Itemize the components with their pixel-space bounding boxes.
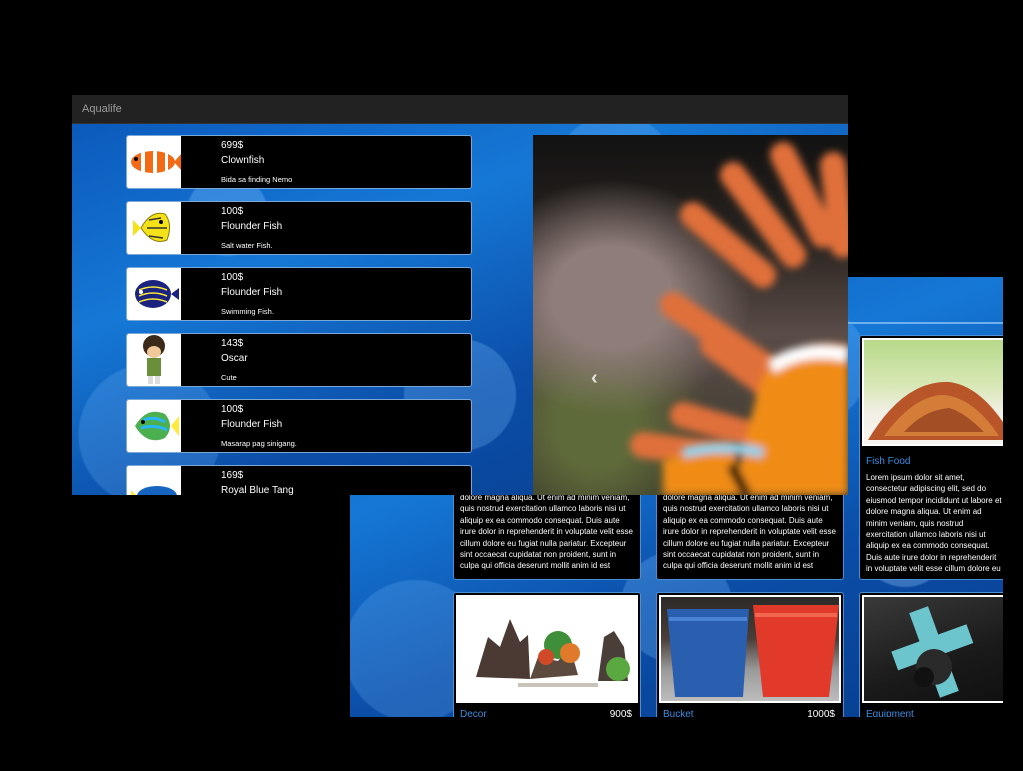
fish-food-image — [862, 338, 1003, 446]
list-item[interactable]: 143$ Oscar Cute — [126, 333, 472, 387]
item-name: Flounder Fish — [221, 221, 283, 232]
item-description: Cute — [221, 373, 237, 382]
item-price: 100$ — [221, 206, 244, 217]
chevron-left-icon[interactable]: ‹ — [591, 367, 598, 390]
cartoon-character-icon — [127, 334, 181, 386]
equipment-image — [862, 595, 1003, 703]
bucket-image — [659, 595, 841, 703]
angelfish-icon — [127, 268, 181, 320]
carousel-slide: ‹ — [533, 135, 848, 495]
item-name: Royal Blue Tang — [221, 485, 294, 495]
item-name: Oscar — [221, 353, 248, 364]
card-description: dolore magna aliqua. Ut enim ad minim ve… — [663, 493, 836, 571]
green-fish-icon — [127, 400, 181, 452]
list-item[interactable]: 100$ Flounder Fish Swimming Fish. — [126, 267, 472, 321]
product-card-fish-food[interactable]: Fish Food Lorem ipsum dolor sit amet, co… — [859, 335, 1003, 580]
item-description: Swimming Fish. — [221, 307, 274, 316]
divider — [847, 322, 1003, 324]
card-description: Lorem ipsum dolor sit amet, consectetur … — [866, 473, 1002, 572]
item-description: Bida sa finding Nemo — [221, 175, 293, 184]
item-price: 100$ — [221, 404, 244, 415]
list-item[interactable]: 100$ Flounder Fish Masarap pag sinigang. — [126, 399, 472, 453]
item-price: 100$ — [221, 272, 244, 283]
clownfish-icon — [127, 136, 181, 188]
navbar: Aqualife — [72, 95, 848, 124]
item-price: 699$ — [221, 140, 244, 151]
item-description: Masarap pag sinigang. — [221, 439, 297, 448]
product-card-equipment[interactable]: Equipment — [859, 592, 1003, 717]
clownfish-anemone-photo — [630, 142, 848, 495]
card-title[interactable]: Decor — [460, 709, 487, 717]
brand-link[interactable]: Aqualife — [82, 103, 122, 115]
card-price: 900$ — [609, 709, 632, 717]
product-card-bucket[interactable]: Bucket 1000$ — [656, 592, 844, 717]
item-name: Flounder Fish — [221, 287, 283, 298]
item-name: Flounder Fish — [221, 419, 283, 430]
item-name: Clownfish — [221, 155, 265, 166]
card-title[interactable]: Equipment — [866, 709, 914, 717]
list-item[interactable]: 699$ Clownfish Bida sa finding Nemo — [126, 135, 472, 189]
item-price: 169$ — [221, 470, 244, 481]
item-price: 143$ — [221, 338, 244, 349]
card-title[interactable]: Fish Food — [866, 456, 910, 467]
item-description: Salt water Fish. — [221, 241, 273, 250]
decor-image — [456, 595, 638, 703]
product-card-decor[interactable]: Decor 900$ — [453, 592, 641, 717]
yellow-fish-icon — [127, 202, 181, 254]
list-item[interactable]: 100$ Flounder Fish Salt water Fish. — [126, 201, 472, 255]
card-title[interactable]: Bucket — [663, 709, 694, 717]
product-list-window: Aqualife 699$ Clownfish Bida sa finding … — [72, 95, 848, 495]
blue-tang-icon — [127, 466, 181, 495]
list-item[interactable]: 169$ Royal Blue Tang — [126, 465, 472, 495]
card-price: 1000$ — [807, 709, 835, 717]
card-description: dolore magna aliqua. Ut enim ad minim ve… — [460, 493, 633, 571]
